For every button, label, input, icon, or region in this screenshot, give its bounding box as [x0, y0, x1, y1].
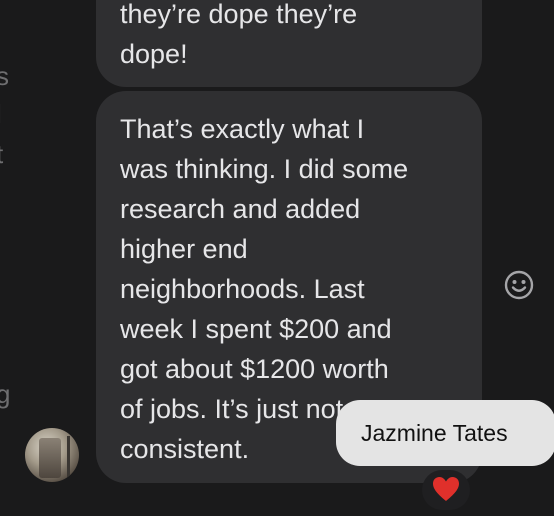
avatar[interactable] — [25, 428, 79, 482]
sender-name-tooltip: Jazmine Tates — [336, 400, 554, 466]
avatar-image — [39, 438, 61, 478]
left-panel-text-fragment: g — [0, 379, 11, 409]
reaction-badge[interactable] — [422, 470, 470, 510]
left-panel-text-fragment: t — [0, 134, 3, 174]
left-panel-text-fragment: s — [0, 61, 9, 91]
add-reaction-button[interactable] — [504, 270, 534, 300]
left-panel-edge: s l t g — [0, 0, 12, 516]
message-bubble[interactable]: they’re dope they’re dope! — [96, 0, 482, 87]
smiley-icon — [504, 270, 534, 300]
left-panel-text-fragment: l — [0, 94, 2, 134]
heart-icon — [433, 477, 459, 501]
